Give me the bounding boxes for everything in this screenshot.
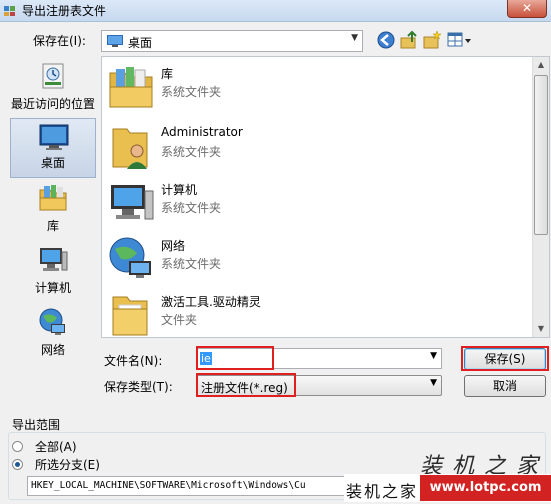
up-folder-icon[interactable] <box>399 30 419 50</box>
folder-icon <box>112 296 148 336</box>
new-folder-icon[interactable] <box>422 30 442 50</box>
place-label: 最近访问的位置 <box>10 97 95 111</box>
window-title: 导出注册表文件 <box>22 4 107 18</box>
save-button[interactable]: 保存(S) <box>464 348 546 370</box>
file-type: 系统文件夹 <box>161 85 222 99</box>
scroll-thumb[interactable] <box>534 75 548 235</box>
watermark-banner: 装机之家 www.lotpc.com <box>344 474 551 502</box>
network-icon <box>39 308 65 335</box>
place-recent[interactable]: 最近访问的位置 <box>10 58 96 118</box>
place-label: 桌面 <box>40 156 65 170</box>
list-item[interactable]: Administrator 系统文件夹 <box>105 119 525 175</box>
branch-path-input[interactable]: HKEY_LOCAL_MACHINE\SOFTWARE\Microsoft\Wi… <box>27 476 347 496</box>
file-name: 计算机 <box>161 183 198 197</box>
place-libraries[interactable]: 库 <box>10 180 96 240</box>
file-name: 激活工具.驱动精灵 <box>161 295 261 309</box>
radio-all[interactable] <box>12 441 23 452</box>
filename-value: ie <box>200 352 212 365</box>
radio-selected-branch[interactable] <box>12 459 23 470</box>
file-type: 文件夹 <box>161 313 198 327</box>
filename-label: 文件名(N): <box>104 354 163 368</box>
file-name: 网络 <box>161 239 186 253</box>
place-label: 网络 <box>40 343 65 357</box>
file-list[interactable]: 库 系统文件夹 Administrator 系统文件夹 计算机 系统文件夹 网络… <box>101 56 550 338</box>
file-name: Administrator <box>161 125 243 139</box>
filetype-label: 保存类型(T): <box>104 380 173 394</box>
save-in-dropdown[interactable]: 桌面 ▼ <box>101 30 363 52</box>
registry-icon <box>4 6 15 16</box>
filetype-value: 注册文件(*.reg) <box>201 381 288 395</box>
chevron-down-icon: ▼ <box>430 378 437 388</box>
file-name: 库 <box>161 67 174 81</box>
save-in-label: 保存在(I): <box>33 34 86 48</box>
list-item[interactable]: 库 系统文件夹 <box>105 59 525 115</box>
filetype-select[interactable]: 注册文件(*.reg) ▼ <box>196 375 442 396</box>
libraries-icon <box>39 185 67 211</box>
computer-icon <box>40 248 68 271</box>
vertical-scrollbar[interactable]: ▲ ▼ <box>532 57 549 337</box>
close-button[interactable]: ✕ <box>507 0 547 18</box>
chevron-down-icon[interactable]: ▼ <box>430 351 437 361</box>
title-bar: 导出注册表文件 ✕ <box>0 0 551 22</box>
user-folder-icon <box>112 128 148 169</box>
place-label: 计算机 <box>34 281 71 295</box>
place-desktop[interactable]: 桌面 <box>10 118 96 178</box>
branch-path-value: HKEY_LOCAL_MACHINE\SOFTWARE\Microsoft\Wi… <box>31 480 306 491</box>
file-type: 系统文件夹 <box>161 145 222 159</box>
place-label: 库 <box>46 219 59 233</box>
filename-input[interactable]: ie ▼ <box>196 348 442 369</box>
radio-branch-label[interactable]: 所选分支(E) <box>35 456 100 473</box>
desktop-icon <box>39 124 69 150</box>
scroll-up-icon[interactable]: ▲ <box>533 57 549 73</box>
view-menu-icon[interactable] <box>446 30 472 50</box>
export-range-label: 导出范围 <box>12 418 61 432</box>
file-type: 系统文件夹 <box>161 257 222 271</box>
place-network[interactable]: 网络 <box>10 304 96 364</box>
libraries-icon <box>109 67 153 108</box>
list-item[interactable]: 网络 系统文件夹 <box>105 231 525 287</box>
recent-places-icon <box>42 63 64 89</box>
chevron-down-icon: ▼ <box>351 33 358 43</box>
radio-all-label[interactable]: 全部(A) <box>35 438 77 455</box>
cancel-button[interactable]: 取消 <box>464 375 546 397</box>
places-bar: 最近访问的位置 桌面 库 计算机 网络 <box>7 56 99 376</box>
save-in-value: 桌面 <box>128 36 153 50</box>
watermark-url: www.lotpc.com <box>420 475 551 501</box>
list-item[interactable]: 激活工具.驱动精灵 文件夹 <box>105 287 525 337</box>
file-type: 系统文件夹 <box>161 201 222 215</box>
list-item[interactable]: 计算机 系统文件夹 <box>105 175 525 231</box>
place-computer[interactable]: 计算机 <box>10 242 96 302</box>
desktop-icon <box>107 35 123 47</box>
watermark-brand: 装机之家 <box>346 482 419 501</box>
network-icon <box>109 237 151 278</box>
back-icon[interactable] <box>376 30 396 50</box>
scroll-down-icon[interactable]: ▼ <box>533 321 549 337</box>
computer-icon <box>111 185 154 220</box>
